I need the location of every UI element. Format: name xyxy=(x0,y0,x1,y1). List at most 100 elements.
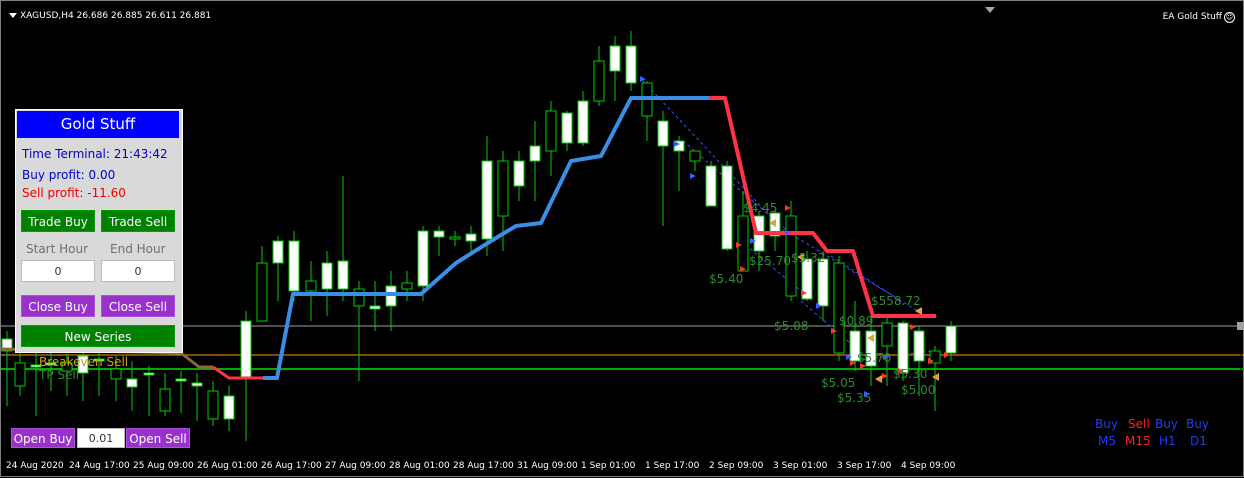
candle-body xyxy=(369,305,381,310)
expert-advisor-label[interactable]: EA Gold Stuff ☺ xyxy=(1163,12,1235,23)
candle-body xyxy=(593,60,605,102)
time-axis-label: 4 Sep 09:00 xyxy=(901,461,956,471)
trade-arrow-marker xyxy=(690,173,696,179)
collapse-triangle-icon[interactable] xyxy=(9,13,17,18)
trade-buy-button[interactable]: Trade Buy xyxy=(21,210,95,232)
candle-body xyxy=(353,288,365,307)
time-terminal-text: Time Terminal: 21:43:42 xyxy=(22,147,168,161)
candle-body xyxy=(625,45,637,84)
candle-body xyxy=(881,322,893,347)
time-axis-label: 25 Aug 09:00 xyxy=(133,461,194,471)
start-hour-input[interactable]: 0 xyxy=(21,260,95,282)
candle-body xyxy=(945,325,957,354)
time-axis-label: 27 Aug 09:00 xyxy=(325,461,386,471)
profit-label: $5.70 xyxy=(857,351,892,365)
signal-direction-d1: Buy xyxy=(1186,417,1209,431)
symbol-header: XAGUSD,H4 26.686 26.885 26.611 26.881 xyxy=(9,11,211,21)
candle-body xyxy=(817,258,829,307)
panel-title: Gold Stuff xyxy=(17,111,179,138)
profit-label: $558.72 xyxy=(871,294,921,308)
profit-label: $5.40 xyxy=(709,272,744,286)
candle-body xyxy=(321,262,333,290)
trade-arrow-marker xyxy=(785,205,791,211)
new-series-button[interactable]: New Series xyxy=(21,325,175,347)
horizontal-levels xyxy=(1,19,1244,459)
profit-label: $5.05 xyxy=(821,376,856,390)
start-hour-label: Start Hour xyxy=(26,242,89,256)
signal-timeframe-m15: M15 xyxy=(1125,434,1151,448)
trade-sell-button[interactable]: Trade Sell xyxy=(101,210,175,232)
candle-body xyxy=(223,395,235,420)
price-tag xyxy=(1237,322,1244,330)
end-hour-input[interactable]: 0 xyxy=(101,260,175,282)
time-axis-label: 28 Aug 17:00 xyxy=(453,461,514,471)
candle-body xyxy=(207,390,219,420)
gold-stuff-panel: Gold Stuff Time Terminal: 21:43:42 Buy p… xyxy=(15,109,183,353)
signal-timeframe-h1: H1 xyxy=(1159,434,1176,448)
time-axis-label: 2 Sep 09:00 xyxy=(709,461,764,471)
candle-body xyxy=(14,362,26,387)
candle-body xyxy=(657,120,669,147)
close-sell-button[interactable]: Close Sell xyxy=(101,295,175,317)
candle-body xyxy=(577,100,589,144)
profit-label: $5.08 xyxy=(774,319,809,333)
candle-body xyxy=(256,262,268,322)
candle-body xyxy=(110,368,122,380)
candle-body xyxy=(337,260,349,290)
candle-body xyxy=(417,230,429,287)
trade-arrow-marker xyxy=(915,307,922,315)
profit-label: $5.35 xyxy=(837,391,872,405)
candle-body xyxy=(497,160,509,217)
time-axis-label: 24 Aug 17:00 xyxy=(69,461,130,471)
time-axis-label: 3 Sep 17:00 xyxy=(837,461,892,471)
time-axis-label: 31 Aug 09:00 xyxy=(517,461,578,471)
smiley-icon: ☺ xyxy=(1224,12,1235,23)
profit-label: $0.89 xyxy=(839,314,874,328)
candle-body xyxy=(481,160,493,240)
candle-body xyxy=(401,282,413,290)
candle-body xyxy=(513,160,525,187)
candle-body xyxy=(433,230,445,238)
time-axis-label: 28 Aug 01:00 xyxy=(389,461,450,471)
time-axis-label: 26 Aug 01:00 xyxy=(197,461,258,471)
candle-body xyxy=(529,145,541,162)
chart-window[interactable]: XAGUSD,H4 26.686 26.885 26.611 26.881 EA… xyxy=(0,0,1244,477)
time-axis-label: 3 Sep 01:00 xyxy=(773,461,828,471)
end-hour-label: End Hour xyxy=(110,242,166,256)
candle-body xyxy=(721,165,733,250)
candle-body xyxy=(545,110,557,152)
candle-body xyxy=(833,262,845,354)
close-buy-button[interactable]: Close Buy xyxy=(21,295,95,317)
chart-shift-caret-icon[interactable] xyxy=(985,7,995,13)
candle-body xyxy=(240,320,252,380)
signal-timeframe-m5: M5 xyxy=(1098,434,1116,448)
candle-body xyxy=(126,378,138,388)
profit-label: $4.45 xyxy=(743,201,778,215)
candle-body xyxy=(561,112,573,144)
buy-profit-text: Buy profit: 0.00 xyxy=(22,168,116,182)
candle-body xyxy=(705,165,717,207)
trade-arrow-marker xyxy=(875,375,882,383)
signal-direction-m5: Buy xyxy=(1095,417,1118,431)
candle-body xyxy=(465,233,477,242)
candle-body xyxy=(159,388,171,412)
candle-body xyxy=(609,45,621,72)
time-axis-label: 1 Sep 17:00 xyxy=(645,461,700,471)
price-chart[interactable] xyxy=(1,1,1244,478)
candle-body xyxy=(689,150,701,162)
signal-direction-h1: Buy xyxy=(1155,417,1178,431)
open-buy-button[interactable]: Open Buy xyxy=(11,428,75,448)
candle-body xyxy=(737,215,749,272)
breakeven-sell-label: Breakeven Sell xyxy=(39,355,129,369)
signal-timeframe-d1: D1 xyxy=(1190,434,1207,448)
time-axis-label: 24 Aug 2020 xyxy=(6,461,64,471)
profit-label: $5.30 xyxy=(893,367,928,381)
profit-label: $3.32 xyxy=(791,251,826,265)
open-sell-button[interactable]: Open Sell xyxy=(126,428,190,448)
lot-size-input[interactable]: 0.01 xyxy=(77,428,125,448)
candle-body xyxy=(272,240,284,264)
candle-body xyxy=(143,372,155,376)
candle-body xyxy=(175,378,187,382)
candle-body xyxy=(191,382,203,387)
sell-profit-text: Sell profit: -11.60 xyxy=(22,186,126,200)
